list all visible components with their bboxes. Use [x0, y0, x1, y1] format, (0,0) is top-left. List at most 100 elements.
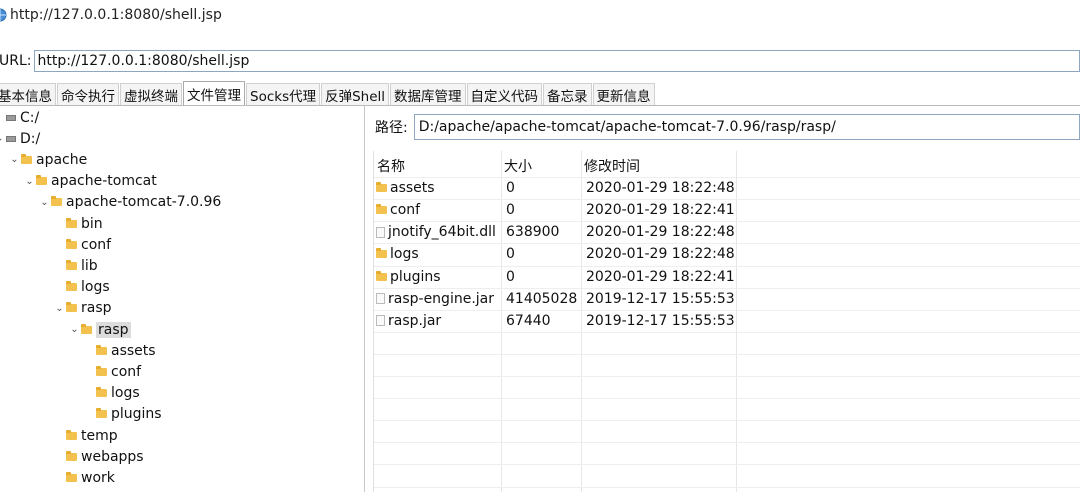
file-modified-cell: 2020-01-29 18:22:41 [586, 266, 735, 288]
tree-node-label: lib [81, 258, 98, 274]
file-size-cell: 0 [506, 243, 515, 265]
folder-icon [66, 432, 77, 440]
tree-node[interactable]: temp [53, 425, 118, 446]
chevron-down-icon[interactable]: ⌄ [38, 197, 51, 208]
tab-socks-proxy[interactable]: Socks代理 [246, 83, 320, 105]
folder-icon [81, 326, 92, 334]
tree-node[interactable]: logs [83, 383, 140, 404]
file-name-cell[interactable]: rasp.jar [376, 310, 441, 332]
directory-tree[interactable]: C:/⌄D:/⌄apache⌄apache-tomcat⌄apache-tomc… [0, 106, 365, 492]
file-name-cell[interactable]: assets [376, 177, 435, 199]
window-titlebar: http://127.0.0.1:8080/shell.jsp [0, 0, 1080, 30]
folder-icon [21, 156, 32, 164]
file-icon [376, 315, 385, 326]
chevron-down-icon[interactable]: ⌄ [8, 154, 21, 165]
url-bar: URL: http://127.0.0.1:8080/shell.jsp [0, 48, 1080, 74]
tab-file-manager[interactable]: 文件管理 [183, 81, 245, 105]
tree-node-label: temp [81, 428, 118, 444]
row-divider [374, 398, 1080, 399]
file-pane: 路径: D:/apache/apache-tomcat/apache-tomca… [365, 106, 1080, 492]
tree-node-label: logs [81, 279, 110, 295]
folder-icon [66, 241, 77, 249]
tree-node-label: apache-tomcat-7.0.96 [66, 194, 221, 210]
url-label: URL: [0, 53, 32, 69]
tree-node-label: rasp [96, 322, 131, 338]
tree-node-label: conf [111, 364, 141, 380]
file-modified-cell: 2019-12-17 15:55:53 [586, 288, 735, 310]
tree-node-label: apache-tomcat [51, 173, 157, 189]
row-divider [374, 442, 1080, 443]
file-name-cell[interactable]: rasp-engine.jar [376, 288, 494, 310]
drive-icon [6, 115, 16, 121]
tree-node[interactable]: plugins [83, 404, 162, 425]
tree-node[interactable]: ⌄rasp [53, 298, 112, 319]
file-modified-cell: 2020-01-29 18:22:48 [586, 243, 735, 265]
chevron-down-icon[interactable]: ⌄ [23, 176, 36, 187]
file-size-cell: 638900 [506, 221, 559, 243]
folder-icon [36, 177, 47, 185]
folder-icon [96, 410, 107, 418]
tree-node[interactable]: ⌄ rasp [68, 319, 131, 340]
tab-custom-code[interactable]: 自定义代码 [467, 83, 543, 105]
file-name-cell[interactable]: conf [376, 199, 420, 221]
drive-icon [6, 136, 16, 142]
folder-icon [66, 262, 77, 270]
tree-node[interactable]: ⌄apache [8, 149, 87, 170]
folder-icon [66, 304, 77, 312]
file-modified-cell: 2020-01-29 18:22:48 [586, 221, 735, 243]
file-name: logs [390, 246, 419, 262]
tree-node[interactable]: conf [83, 361, 141, 382]
folder-icon [66, 220, 77, 228]
row-divider [374, 332, 1080, 333]
tree-node[interactable]: lib [53, 255, 98, 276]
tree-node[interactable]: conf [53, 234, 111, 255]
tree-node-label: assets [111, 343, 156, 359]
file-icon [376, 293, 385, 304]
file-name-cell[interactable]: jnotify_64bit.dll [376, 221, 496, 243]
file-name-cell[interactable]: logs [376, 243, 419, 265]
row-divider [374, 376, 1080, 377]
file-size-cell: 67440 [506, 310, 551, 332]
file-name-cell[interactable]: plugins [376, 266, 441, 288]
row-divider [374, 464, 1080, 465]
row-divider [374, 420, 1080, 421]
column-divider [581, 151, 582, 492]
tab-memo[interactable]: 备忘录 [543, 83, 592, 105]
tab-database-manager[interactable]: 数据库管理 [390, 83, 466, 105]
tree-node-label: D:/ [20, 131, 40, 147]
tab-reverse-shell[interactable]: 反弹Shell [321, 83, 389, 105]
column-header[interactable]: 修改时间 [584, 155, 640, 177]
tree-node[interactable]: bin [53, 213, 103, 234]
url-input[interactable]: http://127.0.0.1:8080/shell.jsp [34, 50, 1080, 72]
folder-icon [96, 389, 107, 397]
tree-node[interactable]: ⌄ apache-tomcat-7.0.96 [38, 192, 221, 213]
tab-basic-info[interactable]: 基本信息 [0, 83, 56, 105]
tab-virtual-terminal[interactable]: 虚拟终端 [120, 83, 182, 105]
file-name: jnotify_64bit.dll [388, 224, 496, 240]
folder-icon [96, 368, 107, 376]
chevron-down-icon[interactable]: ⌄ [68, 324, 81, 335]
tree-node-label: webapps [81, 449, 144, 465]
chevron-down-icon[interactable]: ⌄ [53, 303, 66, 314]
folder-icon [66, 474, 77, 482]
column-header[interactable]: 大小 [504, 155, 532, 177]
column-divider [501, 151, 502, 492]
tree-node[interactable]: C:/ [0, 107, 39, 128]
window-title: http://127.0.0.1:8080/shell.jsp [10, 7, 222, 23]
tree-node[interactable]: logs [53, 277, 110, 298]
path-label: 路径: [375, 117, 408, 137]
tree-node[interactable]: work [53, 467, 115, 488]
file-name: rasp-engine.jar [388, 291, 494, 307]
tab-command-exec[interactable]: 命令执行 [57, 83, 119, 105]
tree-node[interactable]: webapps [53, 446, 144, 467]
tab-update-info[interactable]: 更新信息 [593, 83, 655, 105]
file-name: assets [390, 180, 435, 196]
path-input[interactable]: D:/apache/apache-tomcat/apache-tomcat-7.… [414, 114, 1080, 140]
file-modified-cell: 2019-12-17 15:55:53 [586, 310, 735, 332]
tree-node[interactable]: assets [83, 340, 156, 361]
column-header[interactable]: 名称 [377, 155, 405, 177]
folder-icon [376, 250, 387, 258]
row-divider [374, 487, 1080, 488]
tree-node[interactable]: ⌄ apache-tomcat [23, 171, 157, 192]
tree-node[interactable]: ⌄D:/ [0, 128, 40, 149]
